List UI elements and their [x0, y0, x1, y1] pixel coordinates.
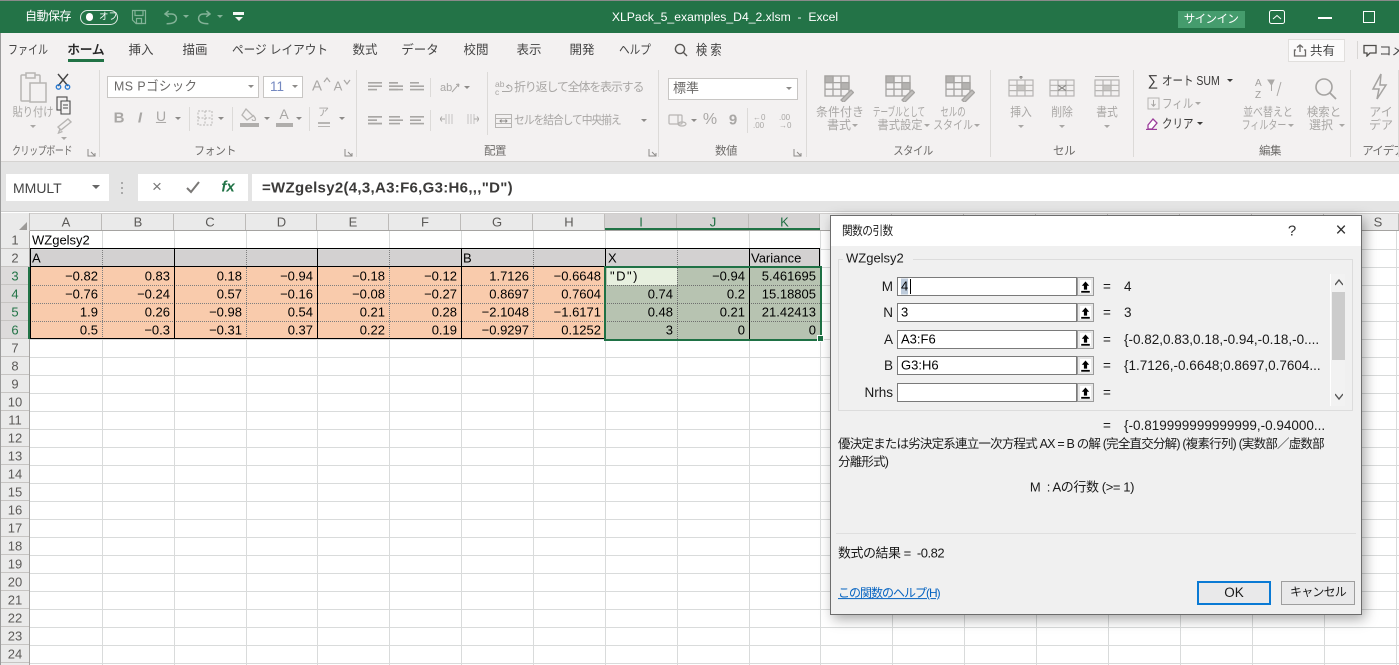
svg-text:Z: Z	[1255, 90, 1261, 101]
svg-text:A: A	[1255, 78, 1262, 89]
svg-text:ab: ab	[440, 82, 452, 94]
svg-text:→0: →0	[779, 121, 792, 128]
svg-text:.00: .00	[753, 121, 765, 128]
